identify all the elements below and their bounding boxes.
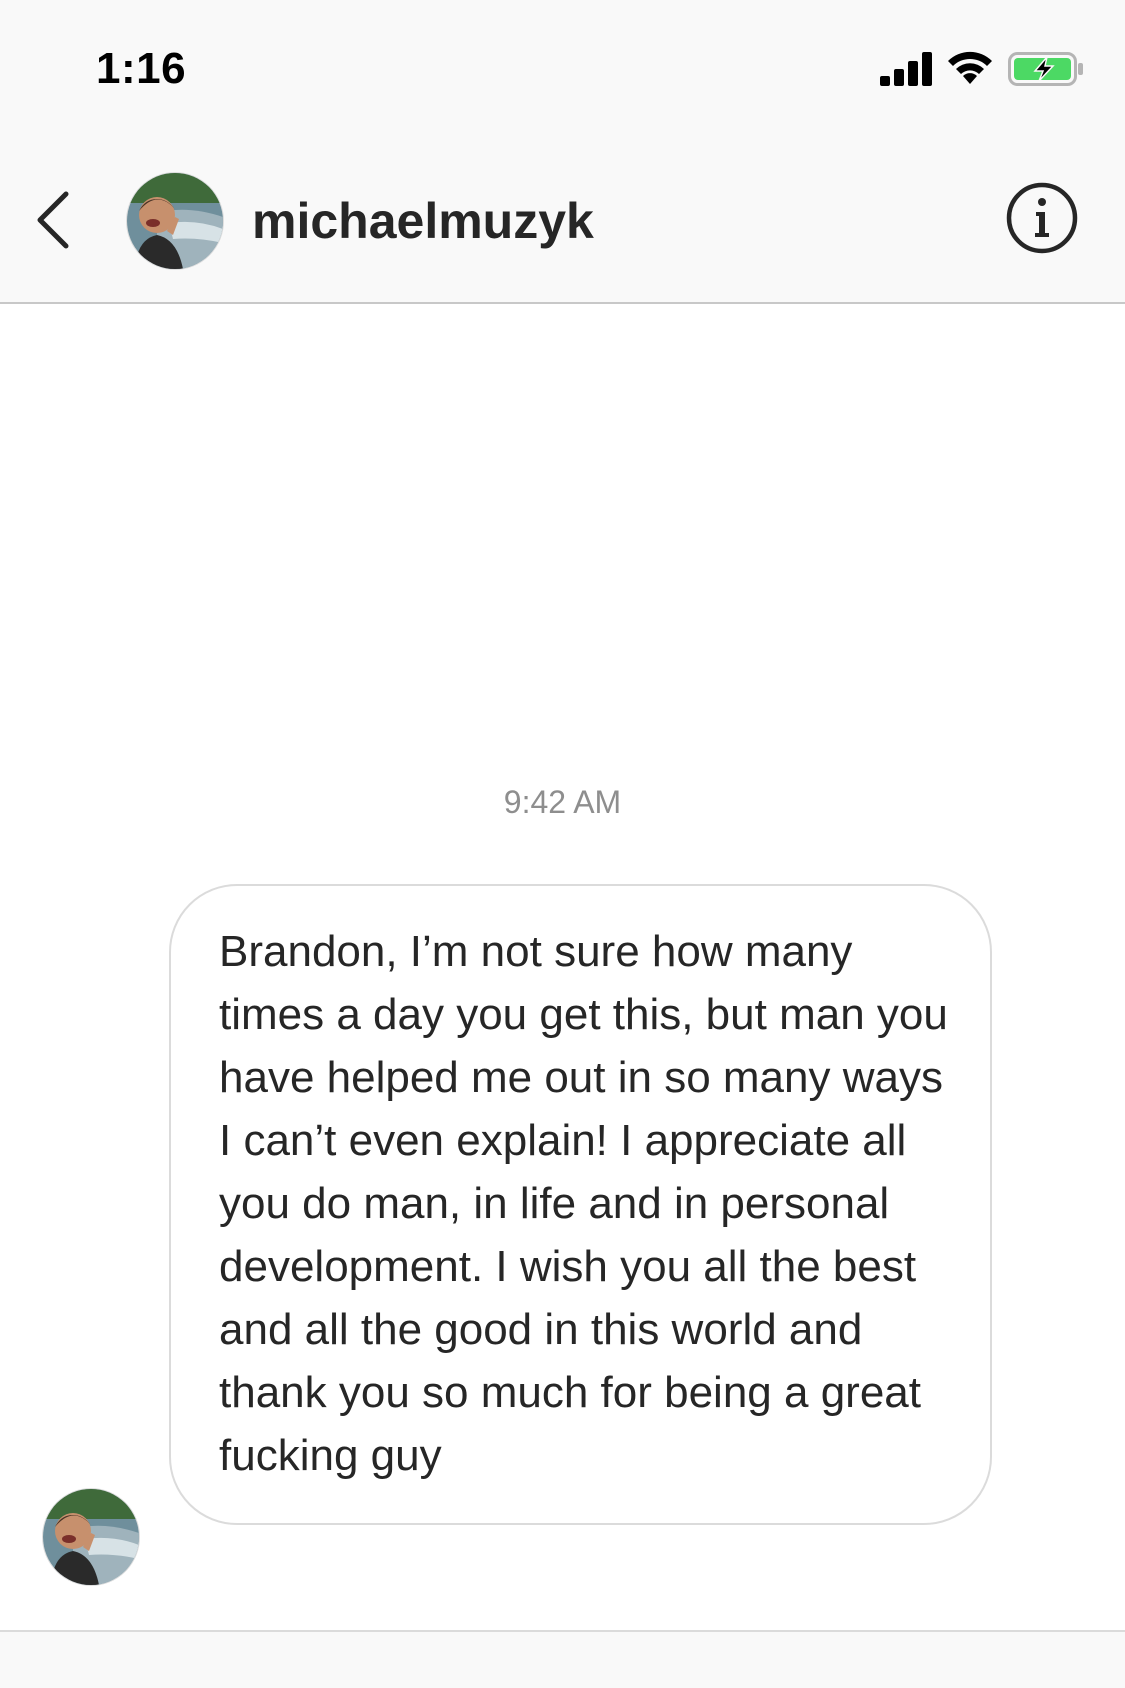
- avatar[interactable]: [126, 172, 224, 270]
- chat-thread[interactable]: 9:42 AM Brandon, I’m not sure how many t…: [0, 304, 1125, 1630]
- composer-area: [0, 1630, 1125, 1688]
- message-timestamp: 9:42 AM: [503, 784, 622, 820]
- sender-avatar[interactable]: [42, 1488, 140, 1586]
- status-bar: 1:16: [0, 0, 1125, 140]
- wifi-icon: [946, 50, 994, 86]
- battery-charging-icon: [1008, 52, 1084, 86]
- message-bubble[interactable]: Brandon, I’m not sure how many times a d…: [169, 884, 992, 1525]
- status-time: 1:16: [96, 44, 187, 93]
- message-text: Brandon, I’m not sure how many times a d…: [219, 927, 948, 1480]
- conversation-header: michaelmuzyk: [0, 140, 1125, 304]
- back-button[interactable]: [30, 180, 80, 260]
- signal-icon: [880, 52, 934, 86]
- header-username[interactable]: michaelmuzyk: [252, 192, 594, 250]
- info-icon[interactable]: [1004, 180, 1080, 256]
